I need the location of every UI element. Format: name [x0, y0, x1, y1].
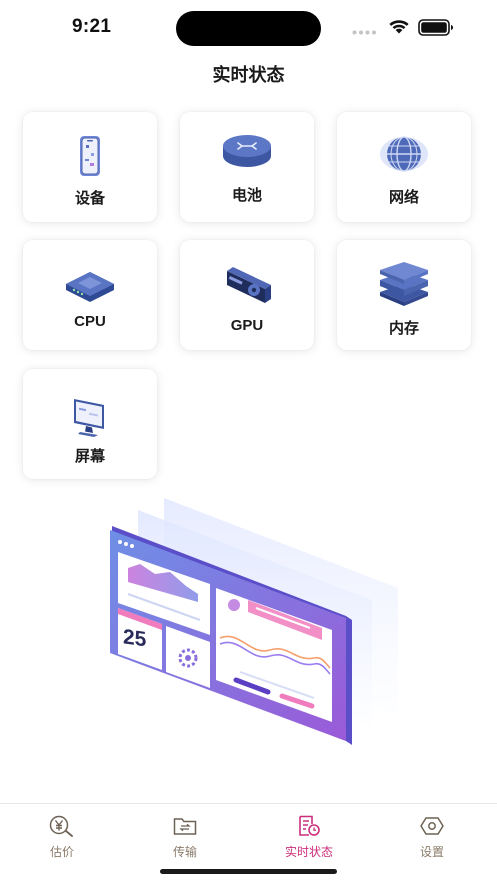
tab-label: 实时状态	[284, 845, 333, 859]
card-label: 电池	[231, 187, 262, 204]
cpu-chip-icon	[23, 258, 157, 310]
card-label: 屏幕	[74, 448, 105, 465]
tab-label: 传输	[172, 845, 197, 859]
monitor-icon	[23, 391, 157, 443]
page-title: 实时状态	[212, 65, 285, 85]
tab-transfer[interactable]: 传输	[130, 814, 240, 862]
settings-hexagon-icon	[377, 814, 487, 838]
dynamic-island	[176, 11, 321, 46]
folder-transfer-icon	[130, 814, 240, 838]
phone-icon	[23, 130, 157, 182]
card-device[interactable]: 设备	[23, 112, 157, 222]
card-battery[interactable]: 电池	[180, 112, 314, 222]
status-time: 9:21	[72, 16, 112, 37]
card-gpu[interactable]: GPU	[180, 240, 314, 350]
dashboard-illustration: 25	[110, 498, 398, 745]
card-screen[interactable]: 屏幕	[23, 369, 157, 479]
card-label: 网络	[388, 189, 419, 206]
signal-dots-icon	[352, 30, 376, 35]
home-indicator	[160, 869, 337, 874]
tab-valuation[interactable]: 估价	[7, 814, 117, 862]
memory-stack-icon	[337, 258, 471, 310]
tab-realtime-status[interactable]: 实时状态	[254, 814, 364, 862]
status-bar: 9:21	[0, 0, 497, 56]
card-cpu[interactable]: CPU	[23, 240, 157, 350]
graphics-card-icon	[180, 260, 314, 312]
wifi-icon	[389, 20, 409, 34]
router-icon	[180, 126, 314, 178]
battery-icon	[418, 19, 453, 36]
card-label: CPU	[74, 313, 106, 330]
card-label: 内存	[388, 320, 419, 337]
card-label: GPU	[230, 317, 264, 334]
tab-settings[interactable]: 设置	[377, 814, 487, 862]
card-memory[interactable]: 内存	[337, 240, 471, 350]
tab-label: 设置	[419, 845, 444, 859]
tab-label: 估价	[49, 845, 74, 859]
card-label: 设备	[74, 190, 105, 207]
globe-icon	[337, 128, 471, 180]
realtime-report-icon	[254, 814, 364, 838]
illustration-number: 25	[123, 625, 147, 651]
yen-search-icon	[7, 814, 117, 838]
card-network[interactable]: 网络	[337, 112, 471, 222]
